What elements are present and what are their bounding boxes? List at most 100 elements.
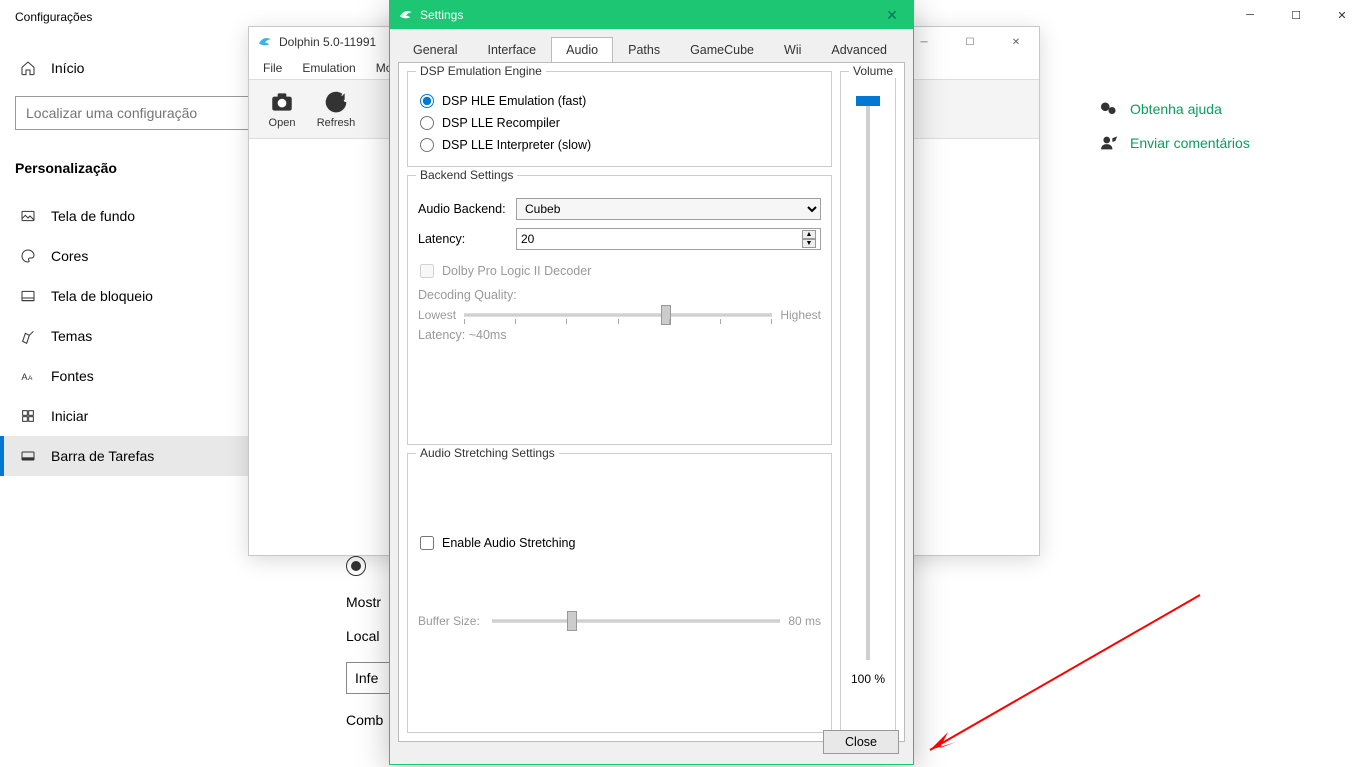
latency-estimate: Latency: ~40ms	[418, 328, 821, 342]
enable-stretch-checkbox[interactable]: Enable Audio Stretching	[418, 532, 821, 554]
radio-input[interactable]	[420, 94, 434, 108]
volume-value: 100 %	[851, 672, 885, 686]
svg-text:A: A	[28, 375, 33, 382]
dolby-label: Dolby Pro Logic II Decoder	[442, 264, 591, 278]
checkbox-input[interactable]	[420, 536, 434, 550]
stretch-legend: Audio Stretching Settings	[416, 446, 559, 460]
volume-slider[interactable]	[866, 88, 870, 668]
tab-wii[interactable]: Wii	[769, 37, 816, 62]
help-icon	[1100, 100, 1118, 118]
feedback-label: Enviar comentários	[1130, 135, 1250, 151]
dolby-checkbox: Dolby Pro Logic II Decoder	[418, 260, 821, 282]
close-button[interactable]: ✕	[1319, 0, 1365, 30]
tb-open-button[interactable]: Open	[257, 89, 307, 129]
stretch-group: Audio Stretching Settings Enable Audio S…	[407, 453, 832, 733]
refresh-icon	[323, 89, 349, 115]
latency-spinbox[interactable]: 20 ▲▼	[516, 228, 821, 250]
volume-thumb[interactable]	[856, 96, 880, 106]
close-button[interactable]: ✕	[993, 27, 1039, 57]
dsp-lle-interpreter-radio[interactable]: DSP LLE Interpreter (slow)	[418, 134, 821, 156]
tb-label: Refresh	[317, 117, 356, 129]
buffer-label: Buffer Size:	[418, 614, 484, 628]
lowest-label: Lowest	[418, 308, 456, 322]
volume-track[interactable]	[866, 96, 870, 660]
ws-home-label: Início	[51, 60, 84, 76]
sidebar-label: Fontes	[51, 368, 94, 384]
sidebar-label: Tela de bloqueio	[51, 288, 153, 304]
start-icon	[20, 408, 36, 424]
sidebar-label: Iniciar	[51, 408, 88, 424]
sidebar-label: Temas	[51, 328, 92, 344]
radio-label: DSP LLE Recompiler	[442, 116, 560, 130]
image-icon	[20, 208, 36, 224]
dolphin-window-controls: ─ ☐ ✕	[901, 27, 1039, 57]
dsp-hle-radio[interactable]: DSP HLE Emulation (fast)	[418, 90, 821, 112]
dolphin-settings-dialog: Settings ✕ General Interface Audio Paths…	[389, 0, 914, 765]
themes-icon	[20, 328, 36, 344]
radio-input[interactable]	[420, 116, 434, 130]
buffer-value: 80 ms	[788, 614, 821, 628]
tb-refresh-button[interactable]: Refresh	[311, 89, 361, 129]
svg-text:A: A	[21, 372, 28, 382]
get-help-link[interactable]: Obtenha ajuda	[1100, 100, 1250, 118]
radio-icon[interactable]	[346, 556, 366, 576]
buffer-track	[492, 619, 780, 623]
highest-label: Highest	[780, 308, 821, 322]
buffer-size-row: Buffer Size: 80 ms	[418, 614, 821, 628]
ws-window-controls: ─ ☐ ✕	[1227, 0, 1365, 30]
ws-title: Configurações	[15, 10, 92, 24]
volume-group: Volume 100 %	[840, 71, 896, 733]
settings-title-text: Settings	[420, 8, 463, 22]
lockscreen-icon	[20, 288, 36, 304]
tab-general[interactable]: General	[398, 37, 472, 62]
tab-paths[interactable]: Paths	[613, 37, 675, 62]
backend-group: Backend Settings Audio Backend: Cubeb La…	[407, 175, 832, 445]
spin-buttons[interactable]: ▲▼	[802, 230, 816, 248]
menu-item[interactable]: File	[255, 59, 290, 77]
feedback-icon	[1100, 134, 1118, 152]
sidebar-label: Barra de Tarefas	[51, 448, 154, 464]
enable-stretch-label: Enable Audio Stretching	[442, 536, 575, 550]
quality-track	[464, 313, 772, 317]
audio-backend-select[interactable]: Cubeb	[516, 198, 821, 220]
sidebar-label: Tela de fundo	[51, 208, 135, 224]
menu-item[interactable]: Emulation	[294, 59, 363, 77]
radio-input[interactable]	[420, 138, 434, 152]
maximize-button[interactable]: ☐	[1273, 0, 1319, 30]
audio-backend-label: Audio Backend:	[418, 202, 508, 216]
dolphin-icon	[257, 34, 273, 50]
maximize-button[interactable]: ☐	[947, 27, 993, 57]
buffer-thumb	[567, 611, 577, 631]
tab-gamecube[interactable]: GameCube	[675, 37, 769, 62]
taskbar-icon	[20, 448, 36, 464]
decoding-quality-label: Decoding Quality:	[418, 288, 821, 302]
dsp-group: DSP Emulation Engine DSP HLE Emulation (…	[407, 71, 832, 167]
ws-search-input[interactable]	[26, 105, 278, 121]
tab-advanced[interactable]: Advanced	[816, 37, 902, 62]
dropdown-value: Infe	[355, 670, 378, 686]
dolphin-title-text: Dolphin 5.0-11991	[279, 35, 376, 49]
settings-close-button[interactable]: Close	[823, 730, 899, 754]
ws-help-links: Obtenha ajuda Enviar comentários	[1100, 100, 1250, 152]
minimize-button[interactable]: ─	[1227, 0, 1273, 30]
sidebar-label: Cores	[51, 248, 88, 264]
palette-icon	[20, 248, 36, 264]
tab-audio[interactable]: Audio	[551, 37, 613, 62]
settings-tabs: General Interface Audio Paths GameCube W…	[390, 29, 913, 62]
tab-interface[interactable]: Interface	[472, 37, 551, 62]
dolphin-icon	[398, 7, 414, 23]
help-label: Obtenha ajuda	[1130, 101, 1222, 117]
fonts-icon: AA	[20, 368, 36, 384]
backend-legend: Backend Settings	[416, 168, 517, 182]
camera-icon	[269, 89, 295, 115]
volume-fill	[866, 96, 870, 660]
dsp-legend: DSP Emulation Engine	[416, 64, 546, 78]
settings-close-x[interactable]: ✕	[871, 1, 913, 29]
dsp-lle-recompiler-radio[interactable]: DSP LLE Recompiler	[418, 112, 821, 134]
tb-label: Open	[269, 117, 296, 129]
radio-label: DSP HLE Emulation (fast)	[442, 94, 586, 108]
audio-backend-row: Audio Backend: Cubeb	[418, 194, 821, 224]
latency-row: Latency: 20 ▲▼	[418, 224, 821, 254]
feedback-link[interactable]: Enviar comentários	[1100, 134, 1250, 152]
decoding-quality-slider: Lowest Highest	[418, 308, 821, 322]
